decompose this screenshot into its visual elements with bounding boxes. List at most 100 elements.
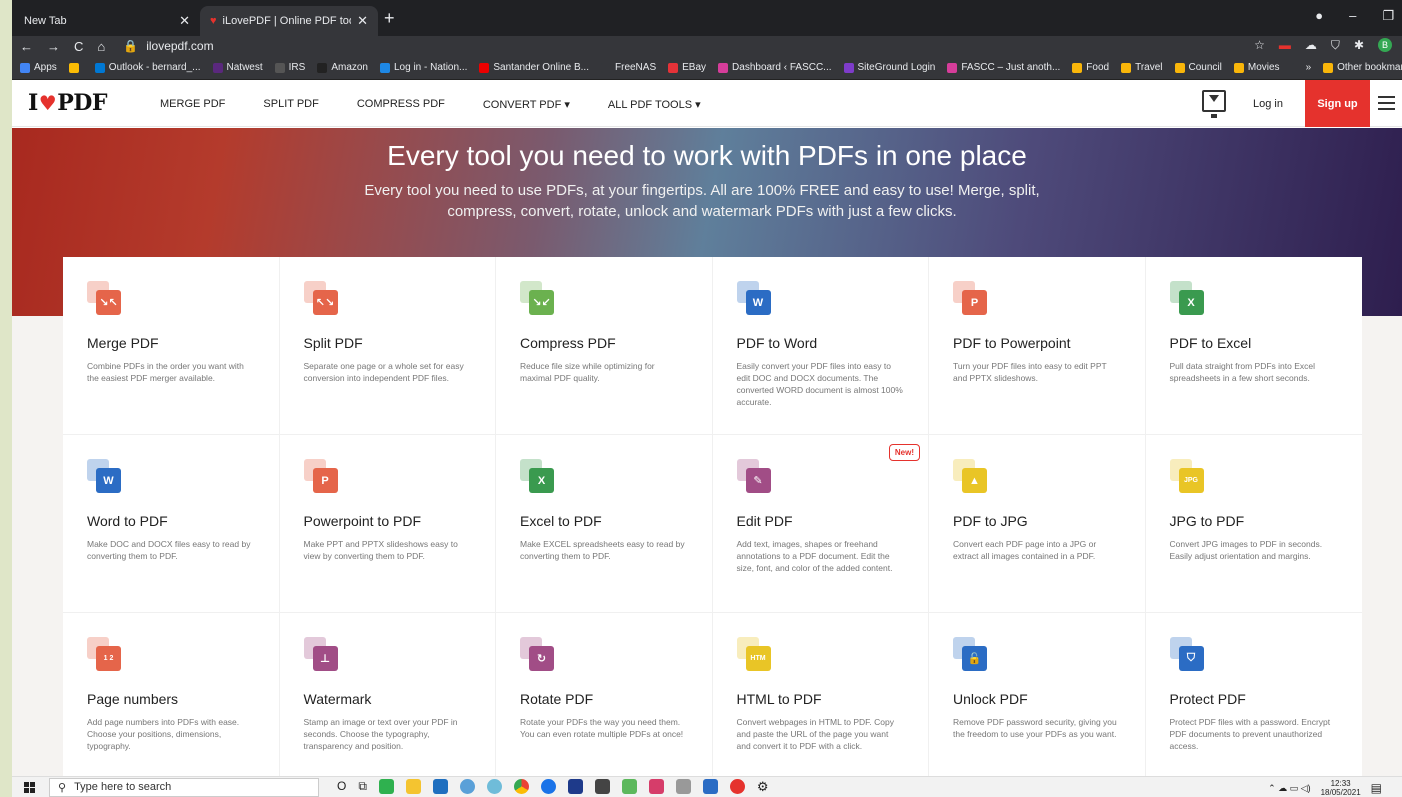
shield-extension-icon[interactable]: ⛉ — [1331, 38, 1340, 53]
tool-card[interactable]: W PDF to Word Easily convert your PDF file… — [712, 257, 929, 435]
search-icon: ⚲ — [58, 781, 67, 794]
bookmark-item[interactable]: Food — [1072, 62, 1109, 73]
ilovepdf-logo[interactable]: I ♥ PDF — [28, 90, 107, 116]
bookmark-item[interactable]: Council — [1174, 62, 1222, 73]
bookmark-item[interactable]: Santander Online B... — [479, 62, 589, 73]
signup-button[interactable]: Sign up — [1305, 80, 1370, 127]
bookmark-item[interactable]: Apps — [20, 62, 57, 73]
tool-card[interactable]: HTM HTML to PDF Convert webpages in HTML t… — [712, 613, 929, 791]
tool-card[interactable]: 🔓 Unlock PDF Remove PDF password security,… — [929, 613, 1146, 791]
taskbar-app-icon[interactable] — [729, 779, 745, 794]
nav-convert-pdf[interactable]: CONVERT PDF ▾ — [483, 98, 570, 111]
bookmark-item[interactable]: FreeNAS — [601, 62, 656, 73]
nav-compress-pdf[interactable]: COMPRESS PDF — [357, 98, 445, 111]
taskbar-app-icon[interactable] — [648, 779, 664, 794]
avatar[interactable]: B — [1378, 38, 1392, 52]
taskbar-app-icon[interactable] — [432, 779, 448, 794]
tool-card[interactable]: ⊥ Watermark Stamp an image or text over yo… — [279, 613, 496, 791]
tool-card[interactable]: ▲ PDF to JPG Convert each PDF page into a … — [929, 435, 1146, 613]
tool-card[interactable]: ✎ Edit PDF Add text, images, shapes or fre… — [712, 435, 929, 613]
taskbar-search-input[interactable]: ⚲ Type here to search — [49, 777, 319, 797]
taskbar-app-icon[interactable] — [486, 779, 502, 794]
tab-title: iLovePDF | Online PDF tools for P — [222, 15, 352, 27]
close-tab-icon[interactable]: ✕ — [179, 13, 190, 29]
taskbar-app-icon[interactable] — [567, 779, 583, 794]
taskbar-app-icon[interactable] — [702, 779, 718, 794]
tool-card[interactable]: 1 2 Page numbers Add page numbers into PDF… — [63, 613, 280, 791]
bookmark-item[interactable]: EBay — [668, 62, 706, 73]
taskbar-app-icon[interactable] — [621, 779, 637, 794]
tool-card[interactable]: ↖↘ Split PDF Separate one page or a whole … — [279, 257, 496, 435]
home-icon[interactable]: ⌂ — [97, 39, 105, 54]
bookmark-item[interactable] — [68, 62, 83, 73]
tool-card[interactable]: X PDF to Excel Pull data straight from PDF… — [1145, 257, 1362, 435]
bookmark-item[interactable]: Other bookmarks — [1323, 62, 1402, 73]
bookmark-item[interactable]: SiteGround Login — [843, 62, 935, 73]
star-icon[interactable]: ☆ — [1254, 38, 1265, 53]
windows-taskbar: ⚲ Type here to search O ⧉ ⚙ ⌃ ☁ ▭ ◁) 12:… — [12, 776, 1402, 797]
nav-all-pdf-tools[interactable]: ALL PDF TOOLS ▾ — [608, 98, 701, 111]
tool-card[interactable]: P PDF to Powerpoint Turn your PDF files in… — [929, 257, 1146, 435]
tool-card[interactable]: W Word to PDF Make DOC and DOCX files easy… — [63, 435, 280, 613]
tool-name: JPG to PDF — [1169, 513, 1245, 529]
tool-card[interactable]: JPG JPG to PDF Convert JPG images to PDF i… — [1145, 435, 1362, 613]
nav-split-pdf[interactable]: SPLIT PDF — [263, 98, 318, 111]
extension-icon[interactable]: ▬ — [1279, 38, 1291, 53]
taskbar-app-icon[interactable] — [378, 779, 394, 794]
url-field[interactable]: 🔒 ilovepdf.com — [123, 39, 213, 53]
tool-description: Easily convert your PDF files into easy … — [736, 361, 903, 407]
bookmark-item[interactable]: FASCC – Just anoth... — [947, 62, 1060, 73]
taskbar-app-icon[interactable] — [675, 779, 691, 794]
taskbar-app-icon[interactable] — [459, 779, 475, 794]
profile-icon[interactable]: ● — [1315, 8, 1323, 24]
cloud-icon[interactable]: ☁ — [1305, 38, 1317, 53]
new-tab-icon[interactable]: + — [384, 8, 395, 29]
cortana-icon[interactable]: O — [337, 779, 346, 795]
bookmark-item[interactable]: Outlook - bernard_... — [94, 62, 201, 73]
bookmark-item[interactable]: » — [1291, 62, 1311, 73]
heart-icon: ♥ — [38, 91, 57, 115]
tool-card[interactable]: ↘↖ Merge PDF Combine PDFs in the order you… — [63, 257, 280, 435]
settings-icon[interactable]: ⚙ — [757, 779, 769, 795]
forward-icon[interactable]: → — [47, 39, 60, 54]
bookmark-item[interactable]: IRS — [274, 62, 305, 73]
hero-subtitle: Every tool you need to use PDFs, at your… — [364, 182, 1040, 220]
login-link[interactable]: Log in — [1253, 98, 1283, 110]
tab-new-tab[interactable]: New Tab ✕ — [14, 6, 200, 36]
bookmark-label: Outlook - bernard_... — [108, 62, 201, 73]
nav-merge-pdf[interactable]: MERGE PDF — [160, 98, 225, 111]
taskbar-app-icon[interactable] — [594, 779, 610, 794]
close-tab-icon[interactable]: ✕ — [357, 13, 368, 29]
chrome-icon[interactable] — [513, 779, 529, 794]
tool-card[interactable]: ↘↙ Compress PDF Reduce file size while opt… — [496, 257, 713, 435]
bookmark-icon — [20, 62, 30, 73]
desktop-download-icon[interactable] — [1202, 90, 1226, 118]
bookmark-item[interactable]: Movies — [1233, 62, 1280, 73]
bookmark-item[interactable]: Log in - Nation... — [380, 62, 467, 73]
clock[interactable]: 12:33 18/05/2021 — [1321, 779, 1361, 797]
minimize-icon[interactable]: – — [1349, 8, 1356, 24]
back-icon[interactable]: ← — [20, 39, 33, 54]
file-explorer-icon[interactable] — [405, 779, 421, 794]
bookmark-item[interactable]: Natwest — [212, 62, 263, 73]
menu-icon[interactable] — [1378, 96, 1395, 110]
bookmark-item[interactable]: Amazon — [317, 62, 368, 73]
task-view-icon[interactable]: ⧉ — [358, 779, 367, 795]
tray-icons[interactable]: ⌃ ☁ ▭ ◁) — [1268, 783, 1310, 794]
site-header: I ♥ PDF MERGE PDF SPLIT PDF COMPRESS PDF C… — [12, 80, 1402, 127]
tab-ilovepdf[interactable]: ♥ iLovePDF | Online PDF tools for P ✕ — [200, 6, 378, 36]
windows-start-icon[interactable] — [24, 781, 35, 793]
notifications-icon[interactable]: ▤ — [1371, 781, 1382, 795]
tool-card[interactable]: X Excel to PDF Make EXCEL spreadsheets eas… — [496, 435, 713, 613]
reload-icon[interactable]: C — [74, 39, 83, 54]
tool-card[interactable]: ↻ Rotate PDF Rotate your PDFs the way you … — [496, 613, 713, 791]
restore-icon[interactable]: ❐ — [1382, 8, 1394, 24]
logo-text-i: I — [28, 90, 38, 116]
taskbar-app-icon[interactable] — [540, 779, 556, 794]
puzzle-icon[interactable]: ✱ — [1354, 38, 1364, 53]
tool-card[interactable]: P Powerpoint to PDF Make PPT and PPTX slid… — [279, 435, 496, 613]
bookmark-item[interactable]: Dashboard ‹ FASCC... — [718, 62, 832, 73]
bookmark-icon — [94, 62, 105, 73]
tool-card[interactable]: ⛉ Protect PDF Protect PDF files with a pas… — [1145, 613, 1362, 791]
bookmark-item[interactable]: Travel — [1121, 62, 1163, 73]
